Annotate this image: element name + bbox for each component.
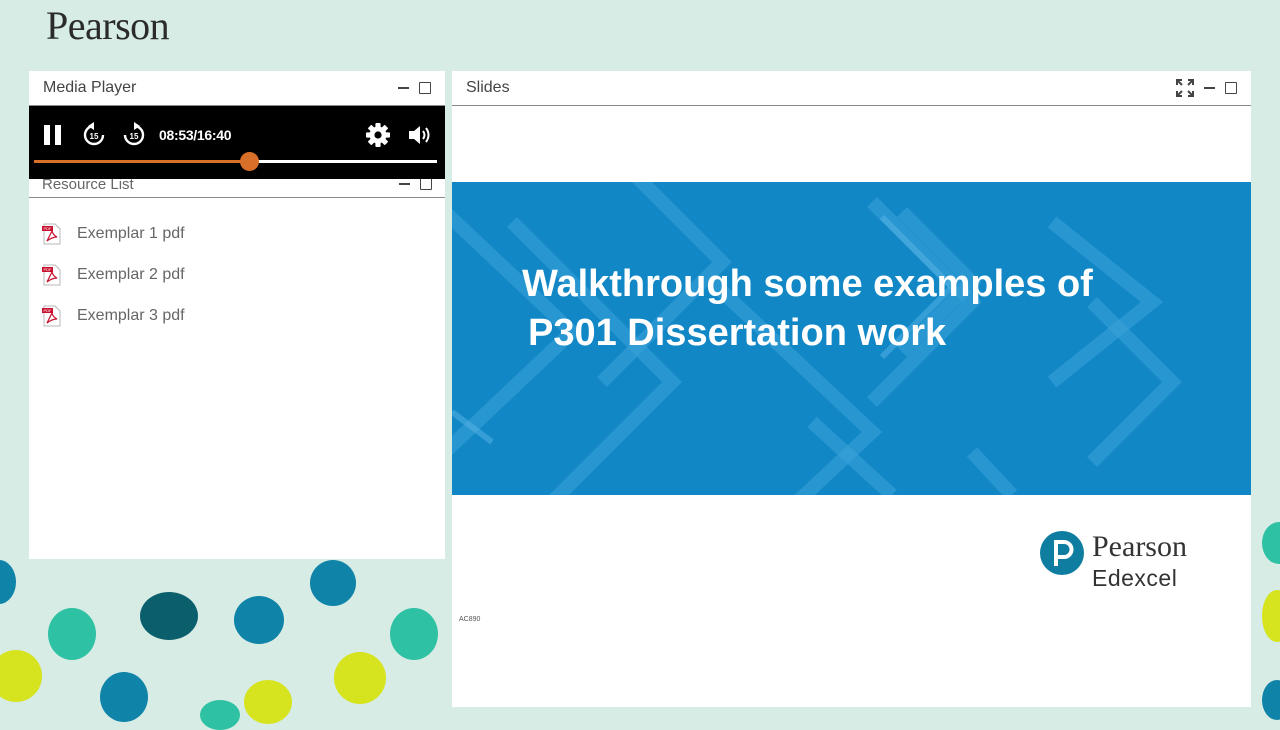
pearson-edexcel-logo: Pearson Edexcel	[1040, 531, 1187, 592]
svg-text:15: 15	[130, 132, 139, 141]
slide-title: Walkthrough some examples of P301 Disser…	[522, 260, 1222, 358]
svg-text:PDF: PDF	[44, 226, 53, 231]
slides-header: Slides	[452, 71, 1251, 106]
slides-title: Slides	[466, 79, 510, 96]
minimize-icon[interactable]	[399, 183, 410, 185]
pause-icon	[44, 125, 61, 145]
resource-item-exemplar-3[interactable]: PDF Exemplar 3 pdf	[41, 295, 185, 336]
resource-item-exemplar-2[interactable]: PDF Exemplar 2 pdf	[41, 254, 185, 295]
slides-window-controls	[1176, 79, 1237, 97]
pause-button[interactable]	[41, 123, 65, 147]
media-player-window-controls	[398, 82, 431, 94]
maximize-icon[interactable]	[420, 178, 432, 190]
pearson-brand-logo: Pearson	[46, 3, 170, 48]
svg-text:15: 15	[90, 132, 99, 141]
seek-bar-progress	[34, 160, 249, 163]
slide-title-banner: Walkthrough some examples of P301 Disser…	[452, 182, 1251, 495]
pdf-icon: PDF	[42, 223, 61, 244]
logo-subtitle: Edexcel	[1092, 565, 1178, 591]
slide-title-line-2: P301 Dissertation work	[528, 312, 947, 354]
slides-panel: Slides Walkthrough some examples of P301…	[452, 71, 1251, 707]
playback-time: 08:53/16:40	[159, 127, 232, 143]
slide-code: AC890	[459, 616, 481, 623]
resource-item-exemplar-1[interactable]: PDF Exemplar 1 pdf	[41, 213, 185, 254]
forward-15-button[interactable]: 15	[121, 122, 147, 148]
slide-title-line-1: Walkthrough some examples of	[522, 263, 1093, 305]
pdf-icon: PDF	[42, 264, 61, 285]
rewind-15-button[interactable]: 15	[81, 122, 107, 148]
svg-text:PDF: PDF	[44, 267, 53, 272]
pearson-p-icon	[1040, 531, 1084, 575]
media-player-title: Media Player	[43, 79, 137, 96]
seek-bar[interactable]	[34, 152, 437, 171]
resource-item-label: Exemplar 2 pdf	[77, 265, 185, 283]
settings-button[interactable]	[365, 122, 391, 148]
seek-bar-thumb[interactable]	[239, 152, 259, 171]
rewind-15-icon: 15	[83, 122, 105, 146]
pdf-icon: PDF	[42, 305, 61, 326]
logo-name: Pearson	[1092, 530, 1187, 563]
media-player-header: Media Player	[29, 71, 445, 106]
resource-list-window-controls	[399, 178, 432, 190]
resource-item-label: Exemplar 1 pdf	[77, 224, 185, 242]
svg-text:PDF: PDF	[44, 308, 53, 313]
minimize-icon[interactable]	[1204, 87, 1215, 89]
resource-list: PDF Exemplar 1 pdf PDF Exemplar 2 pdf PD…	[41, 213, 185, 336]
video-player-controls: 15 15 08:53/16:40	[29, 106, 445, 179]
resource-item-label: Exemplar 3 pdf	[77, 306, 185, 324]
forward-15-icon: 15	[123, 122, 145, 146]
minimize-icon[interactable]	[398, 87, 409, 89]
volume-icon	[409, 126, 430, 144]
maximize-icon[interactable]	[1225, 82, 1237, 94]
volume-button[interactable]	[407, 123, 433, 147]
gear-icon	[366, 123, 390, 147]
maximize-icon[interactable]	[419, 82, 431, 94]
media-player-panel: Media Player Resource List 15 15 08:53/1…	[29, 71, 445, 559]
fullscreen-icon[interactable]	[1176, 79, 1194, 97]
